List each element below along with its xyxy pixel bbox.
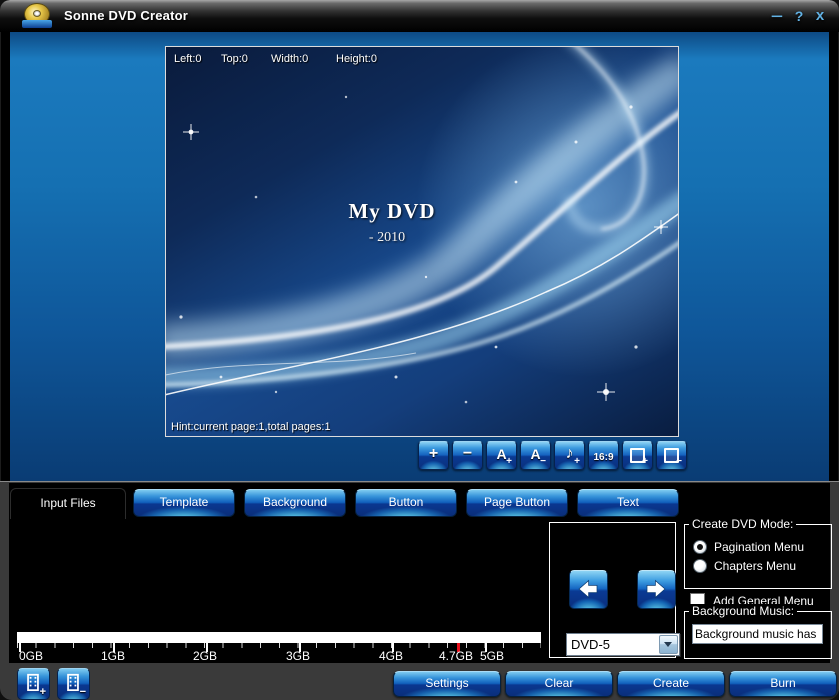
- radio-unselected-icon[interactable]: [693, 559, 707, 573]
- minus-sub-icon: −: [540, 457, 546, 467]
- minus-sub-icon: −: [80, 687, 86, 697]
- tab-bar: Input Files Template Background Button P…: [9, 488, 830, 519]
- create-dvd-mode-legend: Create DVD Mode:: [689, 517, 796, 531]
- settings-button[interactable]: Settings: [393, 671, 501, 697]
- dvd-menu-title[interactable]: My DVD: [166, 199, 618, 224]
- add-video-button[interactable]: +: [17, 668, 50, 700]
- page-add-button[interactable]: +: [622, 441, 653, 470]
- background-music-input[interactable]: [692, 624, 823, 644]
- radio-selected-icon[interactable]: [693, 540, 707, 554]
- background-music-legend: Background Music:: [689, 604, 797, 618]
- create-button[interactable]: Create: [617, 671, 725, 697]
- pagination-menu-option[interactable]: Pagination Menu: [693, 540, 804, 554]
- dvd-tray-icon: [22, 20, 52, 28]
- dvd-menu-subtitle[interactable]: - 2010: [166, 230, 608, 246]
- plus-sub-icon: +: [40, 687, 46, 697]
- right-arrow-icon: [644, 577, 668, 601]
- dvd-hole-icon: [33, 10, 41, 17]
- action-bar: + − Settings Clear Create Burn: [9, 665, 839, 700]
- close-button[interactable]: x: [811, 7, 829, 25]
- disc-capacity-bar: [17, 632, 541, 643]
- add-music-button[interactable]: ♪ +: [554, 441, 585, 470]
- tab-text[interactable]: Text: [577, 489, 679, 517]
- remove-video-button[interactable]: −: [57, 668, 90, 700]
- plus-icon: +: [419, 445, 448, 463]
- window-title: Sonne DVD Creator: [64, 8, 188, 23]
- title-bar: Sonne DVD Creator − ? x: [0, 0, 839, 32]
- app-window: Sonne DVD Creator − ? x: [0, 0, 839, 700]
- selection-width-readout: Width:0: [271, 53, 308, 65]
- minus-icon: −: [453, 445, 482, 463]
- content-area: Input Files Template Background Button P…: [9, 483, 830, 663]
- chapters-menu-label: Chapters Menu: [714, 559, 796, 573]
- create-dvd-mode-group: Create DVD Mode: Pagination Menu Chapter…: [684, 524, 832, 589]
- capacity-label-1gb: 1GB: [101, 649, 125, 663]
- chapters-menu-option[interactable]: Chapters Menu: [693, 559, 796, 573]
- background-music-group: Background Music:: [684, 611, 832, 659]
- remove-button[interactable]: −: [452, 441, 483, 470]
- disc-type-value: DVD-5: [571, 637, 610, 652]
- disc-type-select[interactable]: DVD-5: [566, 633, 680, 656]
- plus-sub-icon: +: [506, 457, 512, 467]
- plus-sub-icon: +: [574, 457, 580, 467]
- page-hint: Hint:current page:1,total pages:1: [171, 421, 331, 433]
- capacity-label-4-7gb: 4.7GB: [439, 649, 473, 663]
- burn-button[interactable]: Burn: [729, 671, 837, 697]
- minus-sub-icon: −: [676, 457, 682, 467]
- font-decrease-button[interactable]: A −: [520, 441, 551, 470]
- font-increase-button[interactable]: A +: [486, 441, 517, 470]
- add-button[interactable]: +: [418, 441, 449, 470]
- bottom-panel: Input Files Template Background Button P…: [0, 481, 839, 700]
- app-dvd-icon: [22, 3, 54, 29]
- workspace-panel: Left:0 Top:0 Width:0 Height:0 My DVD - 2…: [10, 32, 829, 481]
- capacity-label-5gb: 5GB: [480, 649, 504, 663]
- previous-page-button[interactable]: [569, 570, 608, 609]
- aspect-ratio-button[interactable]: 16:9: [588, 441, 619, 470]
- tab-input-files[interactable]: Input Files: [10, 488, 126, 520]
- capacity-label-0gb: 0GB: [19, 649, 43, 663]
- aspect-16-9-label: 16:9: [589, 449, 618, 467]
- minimize-button[interactable]: −: [764, 7, 791, 25]
- dropdown-arrow-icon[interactable]: [659, 635, 678, 654]
- left-arrow-icon: [576, 577, 600, 601]
- capacity-label-2gb: 2GB: [193, 649, 217, 663]
- plus-sub-icon: +: [642, 457, 648, 467]
- input-file-list[interactable]: [10, 519, 546, 607]
- menu-preview-canvas[interactable]: Left:0 Top:0 Width:0 Height:0 My DVD - 2…: [165, 46, 679, 437]
- preview-toolbar: + − A + A − ♪ + 16:9 +: [418, 441, 687, 470]
- tab-background[interactable]: Background: [244, 489, 346, 517]
- next-page-button[interactable]: [637, 570, 676, 609]
- help-button[interactable]: ?: [790, 7, 808, 25]
- clear-button[interactable]: Clear: [505, 671, 613, 697]
- pagination-menu-label: Pagination Menu: [714, 540, 804, 554]
- selection-left-readout: Left:0: [174, 53, 202, 65]
- page-navigation-group: DVD-5: [549, 522, 676, 658]
- tab-page-button[interactable]: Page Button: [466, 489, 568, 517]
- page-remove-button[interactable]: −: [656, 441, 687, 470]
- selection-height-readout: Height:0: [336, 53, 377, 65]
- tab-template[interactable]: Template: [133, 489, 235, 517]
- capacity-label-4gb: 4GB: [379, 649, 403, 663]
- tab-button[interactable]: Button: [355, 489, 457, 517]
- capacity-label-3gb: 3GB: [286, 649, 310, 663]
- selection-top-readout: Top:0: [221, 53, 248, 65]
